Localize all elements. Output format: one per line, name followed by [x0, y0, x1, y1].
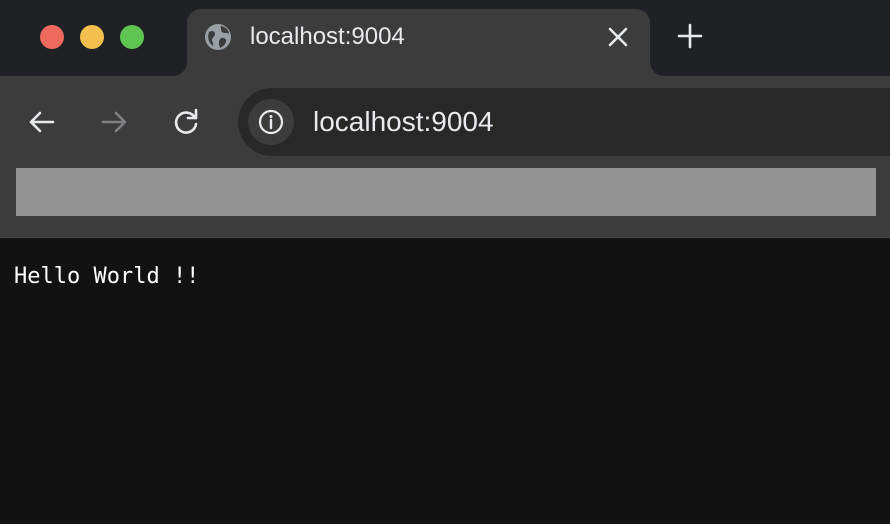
grey-bar [16, 168, 876, 216]
info-icon[interactable] [248, 99, 294, 145]
plus-icon[interactable] [676, 22, 704, 50]
arrow-right-icon[interactable] [98, 106, 130, 138]
toolbar: localhost:9004 [0, 76, 890, 166]
window-zoom-button[interactable] [120, 25, 144, 49]
url-text[interactable]: localhost:9004 [313, 106, 494, 138]
browser-window: localhost:9004 localhost:9004 Hello Worl… [0, 0, 890, 524]
bookmarks-bar [0, 166, 890, 238]
page-content: Hello World !! [0, 238, 890, 524]
address-bar[interactable]: localhost:9004 [238, 88, 890, 156]
tab-title: localhost:9004 [250, 23, 405, 50]
reload-icon[interactable] [170, 106, 202, 138]
globe-icon [203, 22, 233, 52]
window-minimize-button[interactable] [80, 25, 104, 49]
tab-strip: localhost:9004 [0, 0, 890, 76]
arrow-left-icon[interactable] [26, 106, 58, 138]
close-icon[interactable] [605, 24, 631, 50]
window-close-button[interactable] [40, 25, 64, 49]
tab-active[interactable]: localhost:9004 [187, 9, 650, 76]
page-text: Hello World !! [14, 264, 200, 289]
